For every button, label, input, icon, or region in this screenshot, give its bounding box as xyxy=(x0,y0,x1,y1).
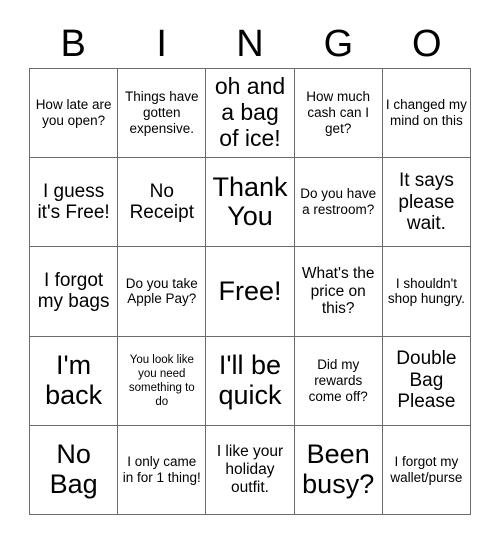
bingo-cell-label: It says please wait. xyxy=(398,170,455,235)
bingo-cell-label: Free! xyxy=(218,275,282,306)
bingo-cell-label: I guess it's Free! xyxy=(37,180,110,224)
bingo-cell-r4-c3[interactable]: I'll be quick xyxy=(206,336,295,426)
bingo-cell-r2-c2[interactable]: No Receipt xyxy=(118,158,207,248)
header-letter-n: N xyxy=(236,23,264,65)
bingo-cell-r4-c4[interactable]: Did my rewards come off? xyxy=(294,336,383,426)
bingo-cell-label: What's the price on this? xyxy=(301,264,375,318)
bingo-cell-label: I'm back xyxy=(45,350,103,410)
bingo-grid: How late are you open? Things have gotten… xyxy=(29,68,471,515)
bingo-cell-r5-c5[interactable]: I forgot my wallet/purse xyxy=(382,425,471,515)
bingo-cell-r1-c2[interactable]: Things have gotten expensive. xyxy=(118,69,207,159)
bingo-cell-label: How much cash can I get? xyxy=(306,89,371,137)
bingo-cell-label: I like your holiday outfit. xyxy=(216,443,284,496)
bingo-cell-label: No Receipt xyxy=(129,180,194,224)
bingo-cell-label: You look like you need something to do xyxy=(128,353,195,408)
bingo-cell-label: Do you take Apple Pay? xyxy=(125,275,198,307)
bingo-cell-r5-c3[interactable]: I like your holiday outfit. xyxy=(206,425,295,515)
bingo-cell-r1-c4[interactable]: How much cash can I get? xyxy=(294,69,383,159)
bingo-cell-label: Do you have a restroom? xyxy=(300,186,377,218)
bingo-cell-label: Did my rewards come off? xyxy=(308,356,368,404)
bingo-cell-label: oh and a bag of ice! xyxy=(214,73,286,151)
bingo-cell-r5-c1[interactable]: No Bag xyxy=(30,425,119,515)
header-letter-i: I xyxy=(156,23,167,65)
bingo-cell-r2-c1[interactable]: I guess it's Free! xyxy=(30,158,119,248)
bingo-cell-r3-c2[interactable]: Do you take Apple Pay? xyxy=(118,247,207,337)
bingo-cell-r2-c4[interactable]: Do you have a restroom? xyxy=(294,158,383,248)
header-letter-o: O xyxy=(412,23,442,65)
bingo-cell-r4-c1[interactable]: I'm back xyxy=(30,336,119,426)
bingo-cell-label: I shouldn't shop hungry. xyxy=(387,275,465,307)
header-letter-b: B xyxy=(60,23,86,65)
bingo-cell-r3-c3[interactable]: Free! xyxy=(206,247,295,337)
bingo-cell-label: I only came in for 1 thing! xyxy=(122,453,201,485)
bingo-cell-r1-c3[interactable]: oh and a bag of ice! xyxy=(206,69,295,159)
bingo-cell-label: Thank You xyxy=(212,171,288,232)
bingo-cell-label: I forgot my bags xyxy=(37,270,110,313)
bingo-cell-r3-c5[interactable]: I shouldn't shop hungry. xyxy=(382,247,471,337)
bingo-cell-r2-c3[interactable]: Thank You xyxy=(206,158,295,248)
bingo-cell-r5-c2[interactable]: I only came in for 1 thing! xyxy=(118,425,207,515)
bingo-card: B I N G O How late are you open? Things h… xyxy=(0,0,500,544)
header-letter-g: G xyxy=(323,23,354,65)
bingo-cell-label: Been busy? xyxy=(302,439,375,499)
bingo-cell-label: Double Bag Please xyxy=(396,348,457,413)
bingo-cell-r1-c5[interactable]: I changed my mind on this xyxy=(382,69,471,159)
bingo-cell-label: No Bag xyxy=(49,439,98,499)
bingo-cell-r3-c4[interactable]: What's the price on this? xyxy=(294,247,383,337)
bingo-cell-r3-c1[interactable]: I forgot my bags xyxy=(30,247,119,337)
bingo-header-letters: B I N G O xyxy=(29,20,471,68)
bingo-cell-r4-c2[interactable]: You look like you need something to do xyxy=(118,336,207,426)
bingo-cell-label: Things have gotten expensive. xyxy=(125,89,199,137)
bingo-cell-label: I changed my mind on this xyxy=(385,97,467,129)
bingo-cell-r2-c5[interactable]: It says please wait. xyxy=(382,158,471,248)
bingo-cell-r1-c1[interactable]: How late are you open? xyxy=(30,69,119,159)
bingo-cell-r5-c4[interactable]: Been busy? xyxy=(294,425,383,515)
bingo-cell-label: I forgot my wallet/purse xyxy=(390,453,463,485)
bingo-cell-label: How late are you open? xyxy=(35,97,112,129)
bingo-cell-r4-c5[interactable]: Double Bag Please xyxy=(382,336,471,426)
bingo-cell-label: I'll be quick xyxy=(218,350,282,410)
